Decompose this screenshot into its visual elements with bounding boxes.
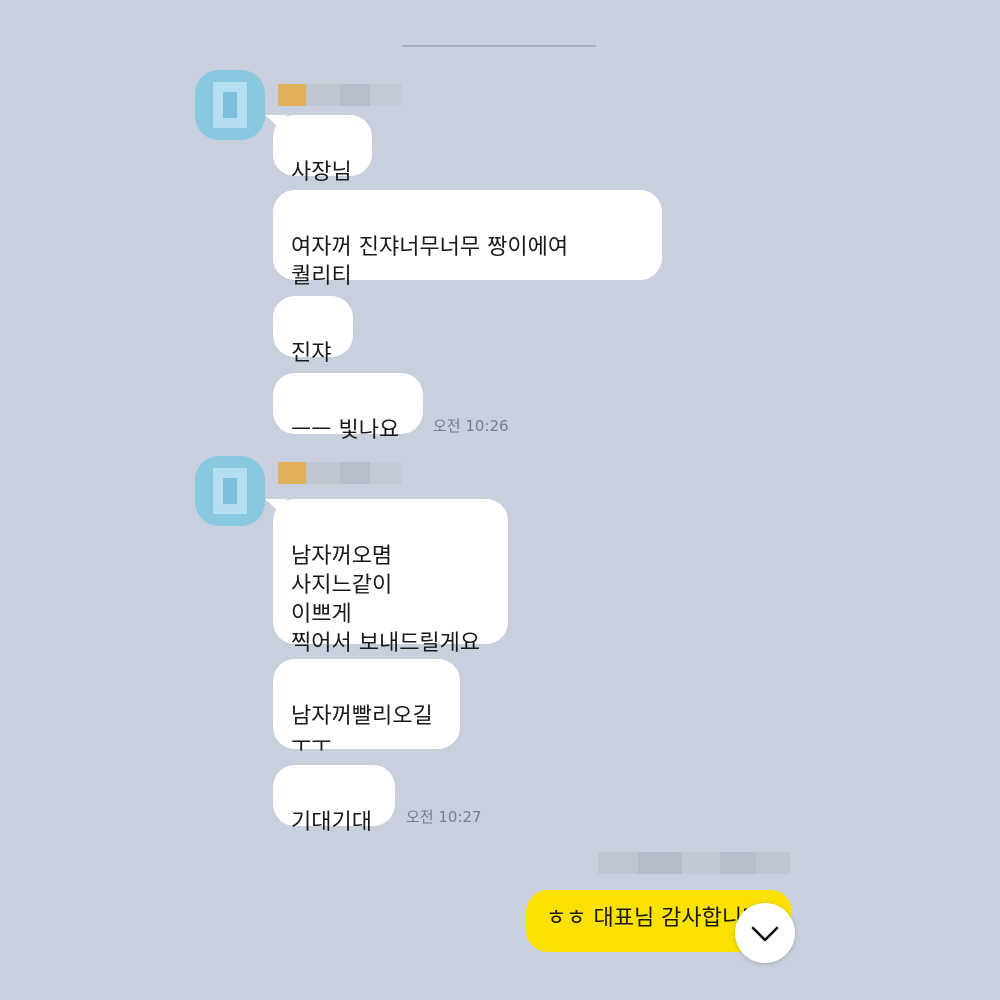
message-timestamp: 오전 10:27 [406,808,482,826]
top-divider [402,45,596,47]
message-bubble[interactable]: 여자꺼 진쟈너무너무 짱이에여 퀄리티 [273,190,662,289]
chevron-down-icon [751,926,779,942]
message-text: 남자꺼오몀 사지느같이 이쁘게 찍어서 보내드릴게요 [291,544,481,656]
message-text: 기대기대 [291,810,372,835]
my-message-text: ㅎㅎ 대표님 감사합니다 [546,906,763,931]
message-bubble[interactable]: 기대기대 [273,765,395,835]
chat-area[interactable]: 사장님 여자꺼 진쟈너무너무 짱이에여 퀄리티 진쟈 ㅡㅡ 빛나요 오전 10:… [0,0,1000,1000]
chat-screen: 사장님 여자꺼 진쟈너무너무 짱이에여 퀄리티 진쟈 ㅡㅡ 빛나요 오전 10:… [0,0,1000,1000]
message-bubble[interactable]: 남자꺼오몀 사지느같이 이쁘게 찍어서 보내드릴게요 [273,499,508,656]
message-text: 여자꺼 진쟈너무너무 짱이에여 퀄리티 [291,235,569,289]
message-text: 사장님 [291,160,352,185]
message-bubble[interactable]: 진쟈 [273,296,353,366]
blurred-info [598,852,790,874]
sender-name-blurred [278,84,402,106]
message-bubble[interactable]: 사장님 [273,115,372,185]
sender-avatar[interactable] [195,70,265,140]
sender-name-blurred [278,462,402,484]
message-text: 남자꺼빨리오길 ㅜㅜ [291,704,433,758]
scroll-to-bottom-button[interactable] [735,903,795,963]
sender-avatar[interactable] [195,456,265,526]
message-bubble[interactable]: ㅡㅡ 빛나요 [273,373,423,443]
message-bubble[interactable]: 남자꺼빨리오길 ㅜㅜ [273,659,460,758]
message-text: 진쟈 [291,341,332,366]
message-text: ㅡㅡ 빛나요 [291,418,400,443]
message-timestamp: 오전 10:26 [433,417,509,435]
